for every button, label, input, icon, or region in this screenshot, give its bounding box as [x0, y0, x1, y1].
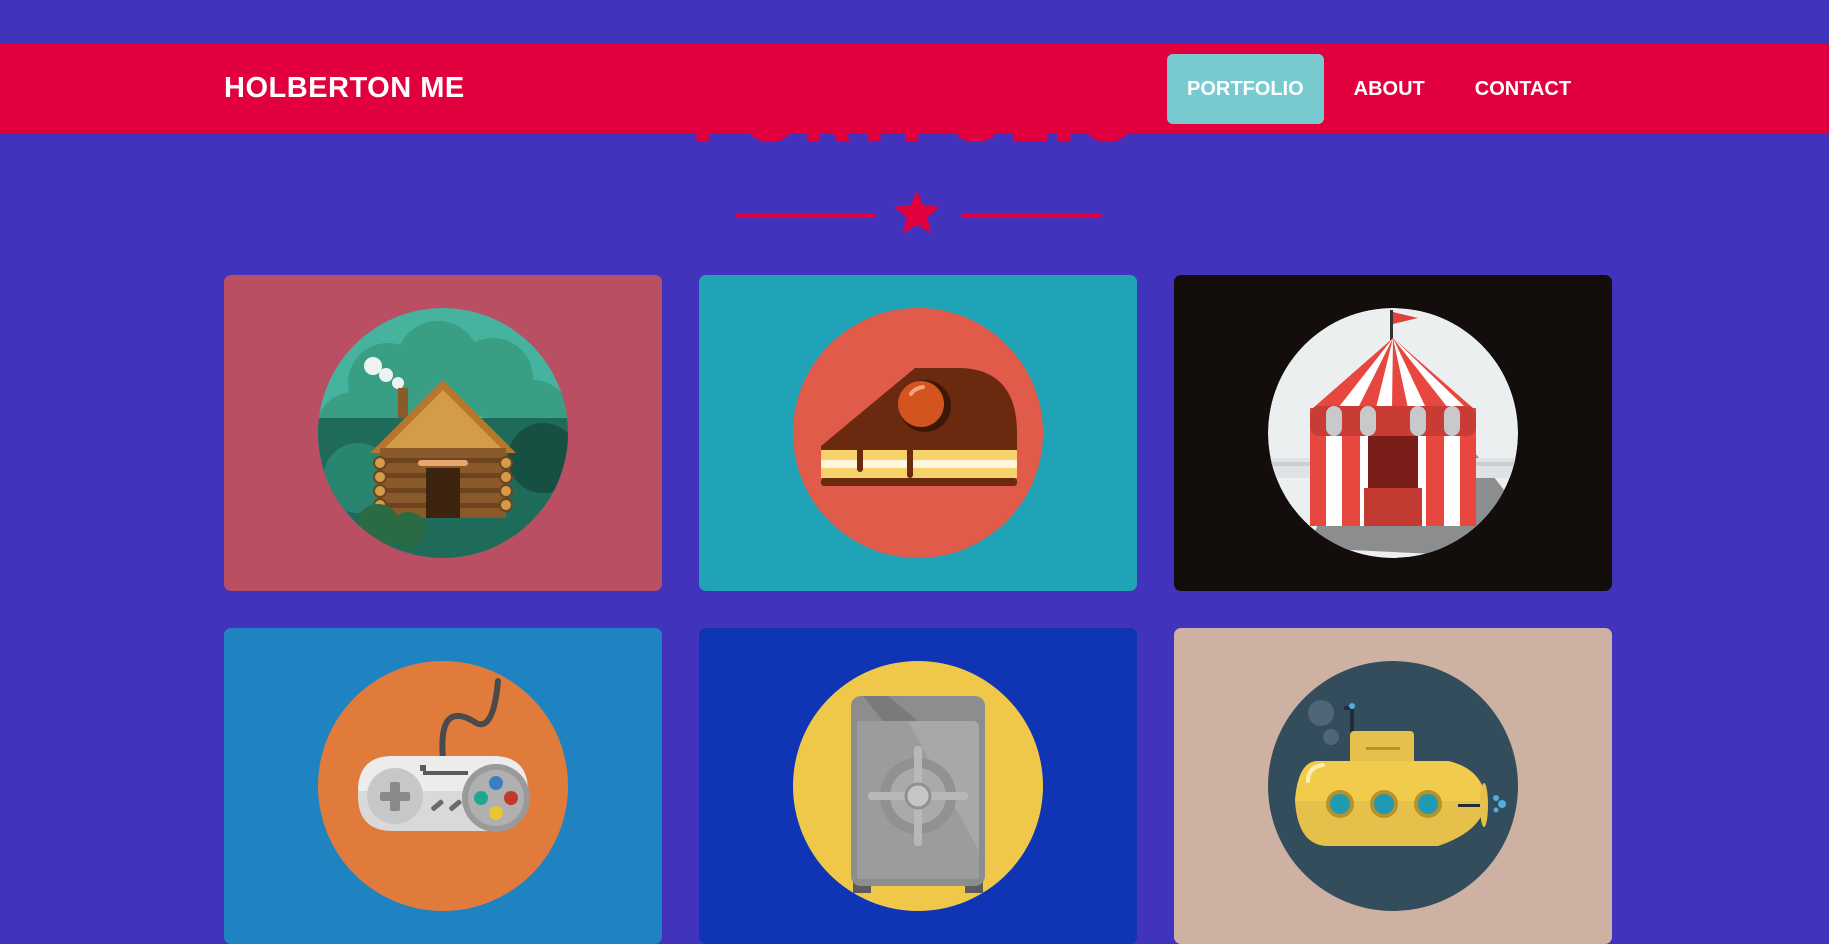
portfolio-item-controller[interactable] [224, 628, 662, 944]
nav-link-about[interactable]: ABOUT [1334, 54, 1445, 124]
log-cabin-icon [318, 308, 568, 558]
portfolio-item-safe[interactable] [699, 628, 1137, 944]
title-divider [0, 190, 1829, 240]
submarine-icon [1268, 661, 1518, 911]
brand-logo[interactable]: HOLBERTON ME [224, 44, 465, 133]
portfolio-item-circus[interactable] [1174, 275, 1612, 591]
portfolio-item-cake[interactable] [699, 275, 1137, 591]
safe-icon [793, 661, 1043, 911]
star-icon [895, 192, 939, 233]
cake-slice-icon [793, 308, 1043, 558]
divider-line-left [736, 213, 876, 218]
nav-links: PORTFOLIO ABOUT CONTACT [1167, 54, 1601, 124]
divider-line-right [961, 213, 1101, 218]
game-controller-icon [318, 661, 568, 911]
circus-tent-icon [1268, 308, 1518, 558]
portfolio-item-submarine[interactable] [1174, 628, 1612, 944]
portfolio-item-cabin[interactable] [224, 275, 662, 591]
navbar: HOLBERTON ME PORTFOLIO ABOUT CONTACT [0, 44, 1829, 133]
nav-link-portfolio[interactable]: PORTFOLIO [1167, 54, 1324, 124]
nav-link-contact[interactable]: CONTACT [1455, 54, 1591, 124]
